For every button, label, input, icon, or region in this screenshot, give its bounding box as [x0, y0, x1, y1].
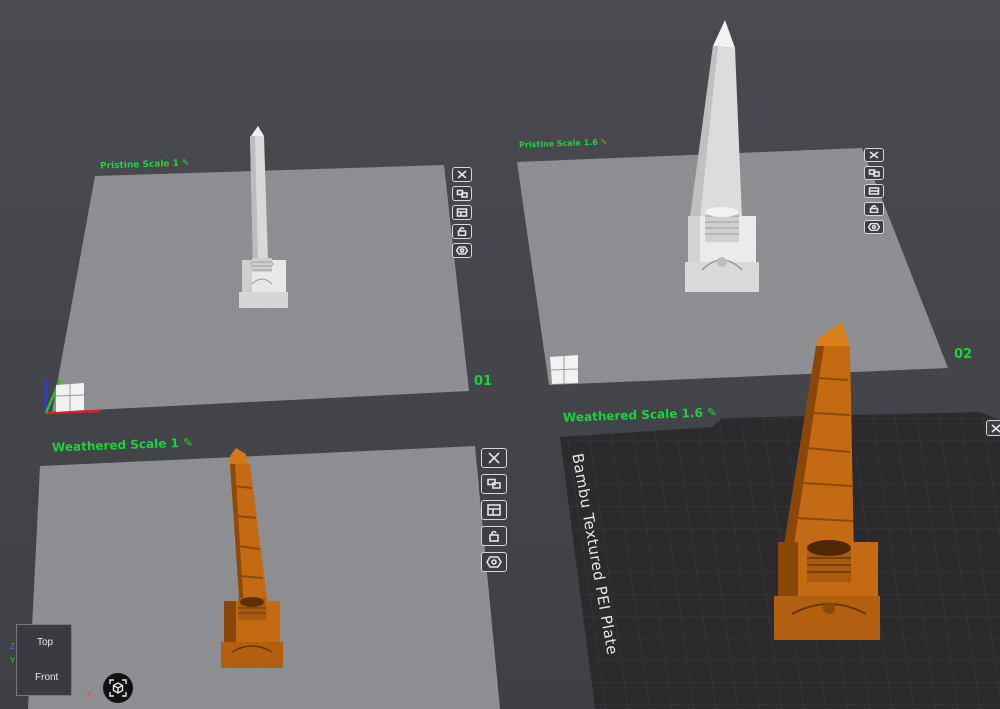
- axis-y-label: Y: [10, 656, 16, 665]
- recenter-view-icon[interactable]: [103, 673, 133, 703]
- weathered-obelisk-large[interactable]: [762, 318, 892, 648]
- view-cube[interactable]: Top Front: [16, 624, 72, 696]
- plate-4-toolbar: [986, 420, 1000, 436]
- pencil-icon[interactable]: ✎: [707, 405, 718, 419]
- view-cube-top[interactable]: Top: [37, 637, 53, 648]
- view-cube-front[interactable]: Front: [35, 672, 58, 683]
- close-icon[interactable]: [986, 420, 1000, 436]
- axis-z-label: Z: [10, 642, 15, 651]
- axis-x-label: X: [86, 690, 92, 699]
